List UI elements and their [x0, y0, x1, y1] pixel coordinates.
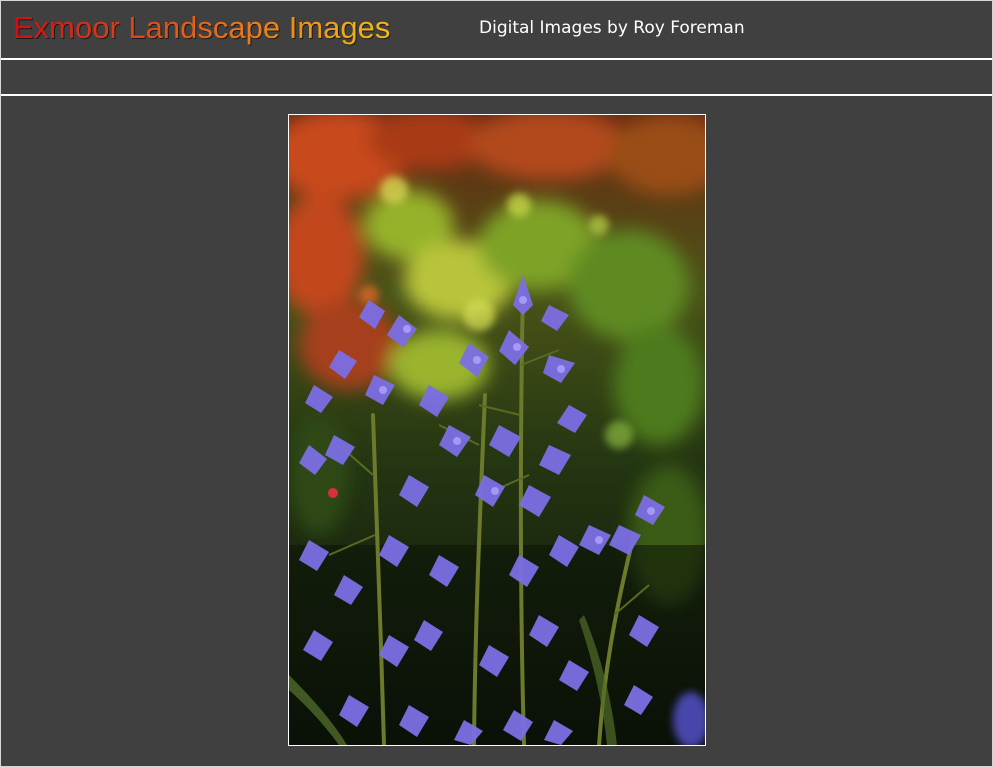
nav-bar [1, 60, 992, 94]
bluebell-flowers-photo [289, 115, 705, 745]
site-title[interactable]: Exmoor Landscape Images [13, 9, 390, 47]
site-subtitle: Digital Images by Roy Foreman [479, 18, 745, 38]
main-photo[interactable] [288, 114, 706, 746]
site-header: Exmoor Landscape Images Digital Images b… [1, 1, 992, 58]
nav-divider [1, 94, 992, 96]
